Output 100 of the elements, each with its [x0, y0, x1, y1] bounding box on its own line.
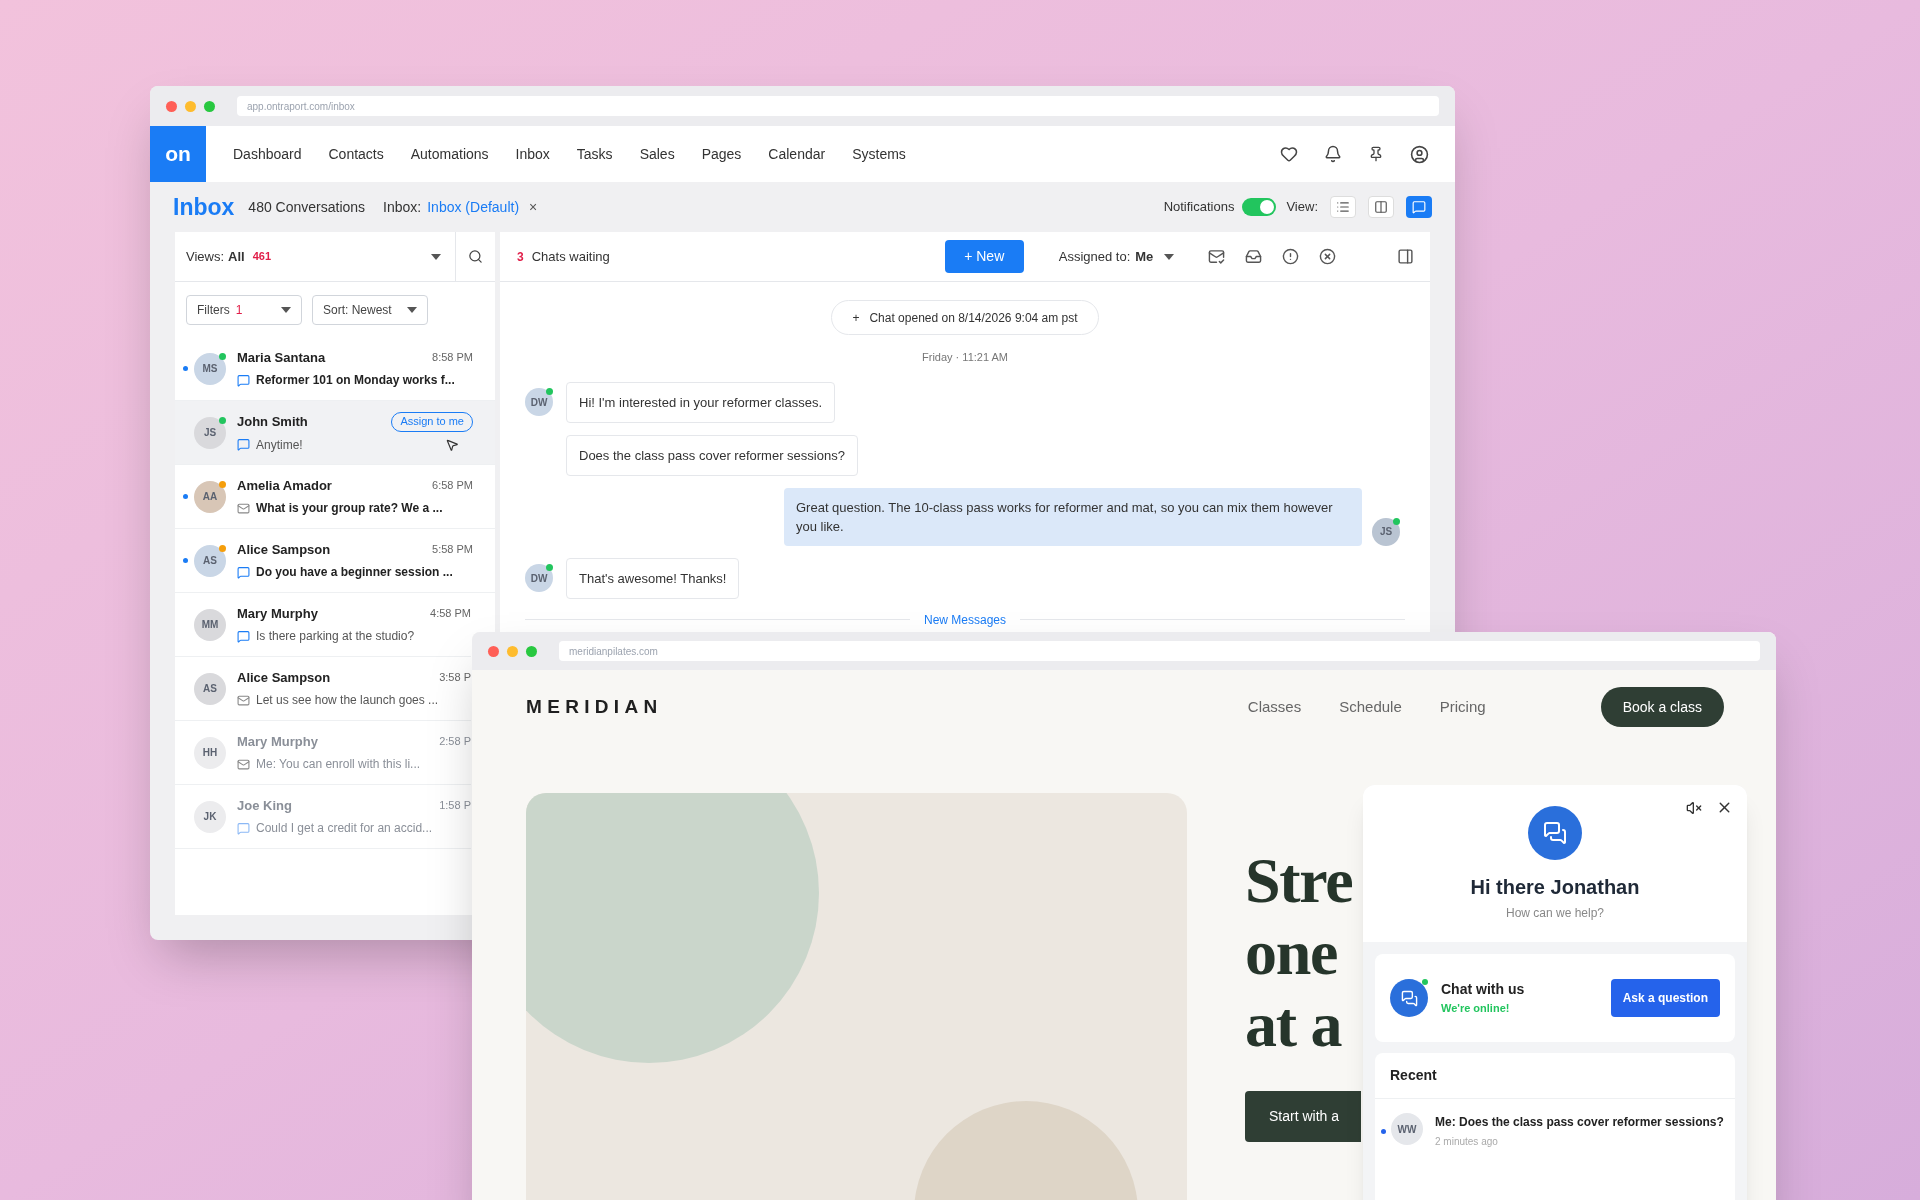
caret-icon [431, 253, 441, 260]
avatar: AA [194, 480, 226, 513]
nav-link[interactable]: Dashboard [233, 143, 302, 165]
page-title: Inbox [173, 192, 235, 222]
chat-logo-icon [1390, 979, 1428, 1017]
recent-time: 2 minutes ago [1435, 1135, 1499, 1149]
widget-greeting: Hi there Jonathan [1470, 875, 1640, 900]
search-icon[interactable] [468, 249, 483, 264]
cursor-icon [445, 437, 459, 452]
pin-icon[interactable] [1368, 146, 1384, 162]
message-preview: Reformer 101 on Monday works f... [256, 372, 455, 390]
contact-name: Mary Murphy [237, 732, 318, 751]
nav-link[interactable]: Inbox [515, 143, 550, 165]
avatar: AS [194, 544, 226, 577]
message-preview: What is your group rate? We a ... [256, 500, 443, 518]
hero-heading-line: Stre [1245, 845, 1353, 917]
avatar: MS [194, 352, 226, 385]
mute-icon[interactable] [1686, 799, 1702, 816]
nav-link[interactable]: Tasks [576, 143, 613, 165]
date-label: Friday · 11:21 AM [922, 350, 1008, 365]
assigned-dropdown[interactable]: Assigned to: Me [1058, 246, 1175, 267]
nav-link[interactable]: Systems [852, 143, 906, 165]
nav-link[interactable]: Contacts [328, 143, 384, 165]
nav-link[interactable]: Classes [1247, 695, 1302, 719]
inbox-label: Inbox: [383, 197, 422, 217]
user-icon[interactable] [1410, 144, 1429, 164]
nav-link[interactable]: Sales [639, 143, 675, 165]
caret-icon [407, 306, 417, 313]
new-button[interactable]: + New [944, 240, 1024, 273]
columns-icon [1374, 200, 1388, 214]
heart-icon[interactable] [1280, 145, 1298, 163]
contact-name: Joe King [237, 796, 292, 815]
caret-icon [1164, 253, 1175, 260]
contact-name: Amelia Amador [237, 476, 332, 495]
message-time: 3:58 P [439, 670, 471, 686]
waiting-label: Chats waiting [531, 247, 610, 266]
message-time: 8:58 PM [432, 350, 473, 366]
message-time: 6:58 PM [432, 478, 473, 494]
alert-icon[interactable] [1282, 248, 1300, 265]
notifications-label: Notifications [1163, 198, 1235, 217]
caret-icon [281, 306, 291, 313]
message-time: 5:58 PM [432, 542, 473, 558]
message-bubble: That's awesome! Thanks! [566, 557, 740, 599]
panel-icon[interactable] [1397, 248, 1414, 265]
book-button[interactable]: Book a class [1600, 687, 1724, 727]
message-avatar: DW [525, 388, 553, 416]
notifications-toggle[interactable] [1242, 198, 1277, 216]
filters-dropdown[interactable]: Filters 1 [186, 294, 302, 325]
close-circle-icon[interactable] [1319, 248, 1337, 265]
contact-name: John Smith [237, 412, 308, 431]
hero-heading-line: one [1245, 917, 1338, 989]
online-status: We're online! [1441, 1001, 1511, 1017]
contact-name: Alice Sampson [237, 668, 331, 687]
view-button[interactable] [1406, 196, 1432, 218]
conversation-row[interactable]: JS John Smith Assign to me Anytime! [175, 401, 495, 465]
message-bubble: Does the class pass cover reformer sessions? [566, 434, 858, 476]
message-preview: Could I get a credit for an accid... [256, 820, 433, 838]
view-button[interactable] [1330, 196, 1356, 218]
message-bubble: Hi! I'm interested in your reformer classes. [566, 381, 836, 423]
sort-dropdown[interactable]: Sort: Newest [312, 294, 428, 325]
new-messages-divider: New Messages [924, 611, 1006, 629]
avatar: JK [194, 800, 226, 833]
start-button[interactable]: Start with a [1245, 1091, 1361, 1142]
avatar: HH [194, 736, 226, 769]
clear-button[interactable]: × [529, 196, 538, 218]
message-time: 1:58 P [439, 798, 471, 814]
recent-conversation[interactable]: WW Me: Does the class pass cover reformer sessions? 2 minutes ago [1375, 1099, 1735, 1159]
avatar: WW [1391, 1113, 1423, 1145]
message-preview: Is there parking at the studio? [256, 628, 415, 646]
hero-heading-line: at a [1245, 989, 1342, 1061]
nav-link[interactable]: Schedule [1339, 695, 1402, 719]
chat-card-title: Chat with us [1441, 980, 1525, 1000]
mail-check-icon[interactable] [1208, 248, 1226, 265]
brand-logo: MERIDIAN [526, 694, 663, 719]
inbox-link[interactable]: Inbox (Default) [427, 196, 520, 218]
contact-name: Maria Santana [237, 348, 326, 367]
message-avatar: JS [1372, 517, 1400, 546]
view-button[interactable] [1368, 196, 1394, 218]
waiting-count: 3 [517, 248, 524, 266]
views-dropdown[interactable]: Views: All 461 [175, 232, 456, 281]
chat-icon [1412, 200, 1426, 214]
message-time: 2:58 P [439, 734, 471, 750]
list-icon [1336, 200, 1350, 214]
recent-message: Me: Does the class pass cover reformer sessions? [1435, 1114, 1724, 1131]
contact-name: Mary Murphy [237, 604, 318, 623]
bell-icon[interactable] [1324, 145, 1342, 163]
avatar: JS [194, 416, 226, 449]
inbox-icon[interactable] [1245, 248, 1263, 265]
widget-subtitle: How can we help? [1505, 905, 1605, 922]
avatar: MM [194, 608, 226, 641]
view-label: View: [1286, 198, 1318, 217]
ask-button[interactable]: Ask a question [1610, 979, 1720, 1017]
nav-link[interactable]: Calendar [768, 143, 826, 165]
message-preview: Anytime! [256, 436, 303, 454]
nav-link[interactable]: Pricing [1439, 695, 1486, 719]
message-bubble: Great question. The 10-class pass works for reformer and mat, so you can mix them however you like. [784, 487, 1362, 546]
nav-link[interactable]: Pages [701, 143, 742, 165]
nav-link[interactable]: Automations [410, 143, 489, 165]
logo: on [150, 126, 206, 182]
conversation-count: 480 Conversations [248, 197, 366, 217]
